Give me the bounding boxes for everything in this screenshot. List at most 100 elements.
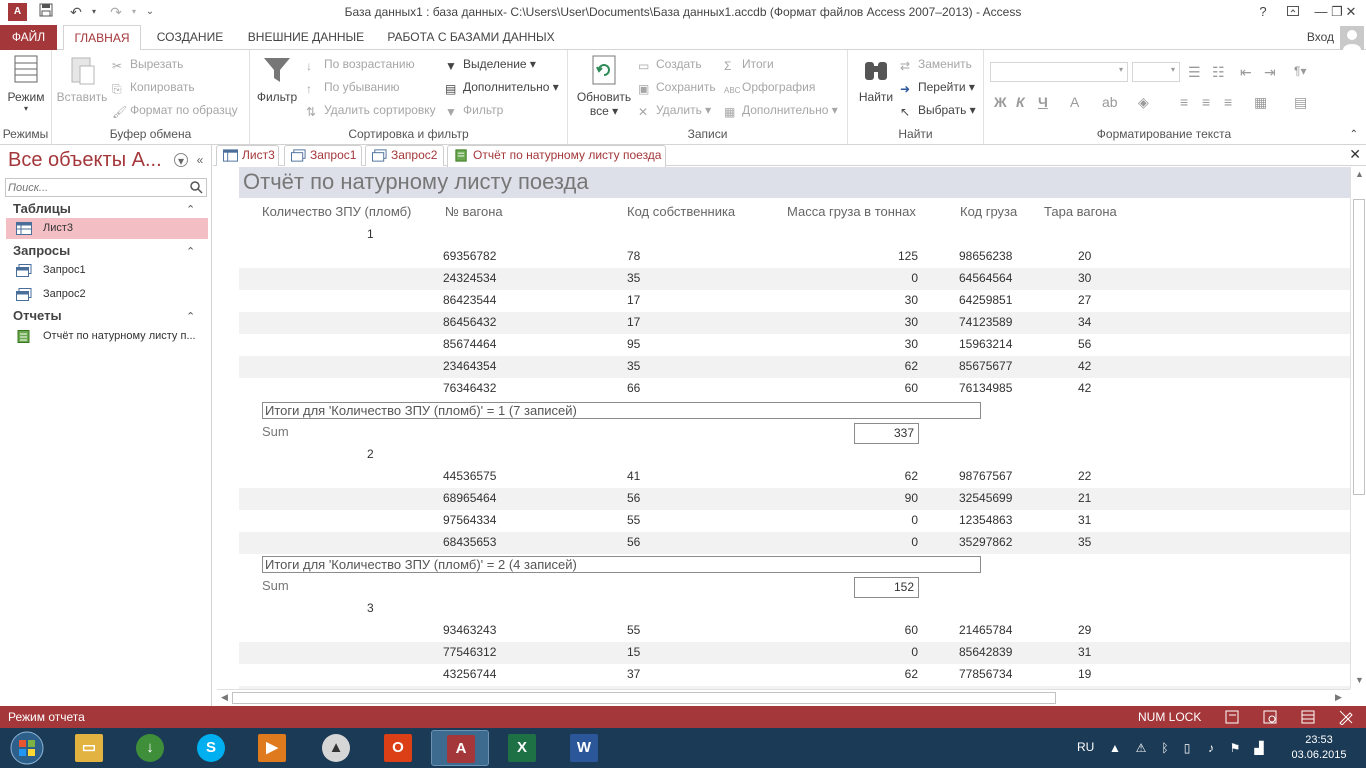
undo-dropdown-icon[interactable]: ▾ <box>84 2 104 22</box>
bullets-icon[interactable]: ☰ <box>1188 64 1201 81</box>
spelling-button[interactable]: ABC Орфография <box>724 77 815 97</box>
select-button[interactable]: ↖ Выбрать ▾ <box>900 100 976 120</box>
numbering-icon[interactable]: ☷ <box>1212 64 1225 81</box>
collapse-icon[interactable]: ⌃ <box>186 310 195 323</box>
tab-file[interactable]: ФАЙЛ <box>0 25 57 50</box>
italic-button[interactable]: К <box>1016 94 1025 110</box>
advanced-filter-button[interactable]: ▤ Дополнительно ▾ <box>445 77 559 97</box>
taskbar-access[interactable]: A <box>431 730 489 766</box>
tray-app-icon[interactable]: ▲ <box>1108 741 1122 755</box>
avatar[interactable] <box>1340 26 1364 50</box>
action-center-flag-icon[interactable]: ⚑ <box>1228 741 1242 755</box>
font-color-button[interactable]: А <box>1070 94 1079 110</box>
doc-tab-list3[interactable]: Лист3 <box>216 145 279 166</box>
nav-item-query1[interactable]: Запрос1 <box>6 260 208 281</box>
scroll-right-icon[interactable]: ▶ <box>1335 692 1342 703</box>
find-button[interactable]: Найти <box>854 54 898 104</box>
remove-sort-button[interactable]: ⇅ Удалить сортировку <box>306 100 436 120</box>
scroll-left-icon[interactable]: ◀ <box>221 692 228 703</box>
goto-button[interactable]: ➜ Перейти ▾ <box>900 77 975 97</box>
taskbar-clock[interactable]: 23:53 03.06.2015 <box>1283 733 1355 763</box>
highlight-icon[interactable]: ab <box>1102 94 1118 110</box>
taskbar-office[interactable]: O <box>369 730 427 766</box>
tab-database-tools[interactable]: РАБОТА С БАЗАМИ ДАННЫХ <box>382 25 560 50</box>
network-signal-icon[interactable]: ▟ <box>1252 741 1266 755</box>
align-right-icon[interactable]: ≡ <box>1224 94 1232 110</box>
save-icon[interactable] <box>36 2 56 22</box>
nav-section-tables[interactable]: Таблицы <box>13 201 71 216</box>
nav-menu-dropdown-icon[interactable]: ▾ <box>174 153 188 168</box>
align-center-icon[interactable]: ≡ <box>1202 94 1210 110</box>
gridlines-icon[interactable]: ▦ <box>1254 94 1267 111</box>
selection-button[interactable]: ▼ Выделение ▾ <box>445 54 536 74</box>
taskbar-skype[interactable]: S <box>182 730 240 766</box>
language-indicator[interactable]: RU <box>1077 740 1094 754</box>
taskbar-download[interactable]: ↓ <box>121 730 179 766</box>
nav-item-list3[interactable]: Лист3 <box>6 218 208 239</box>
collapse-ribbon-icon[interactable]: ⌃ <box>1350 129 1358 140</box>
refresh-all-button[interactable]: Обновить все ▾ <box>574 54 634 118</box>
sort-descending-button[interactable]: ↑ По убыванию <box>306 77 400 97</box>
doc-tab-report[interactable]: Отчёт по натурному листу поезда <box>447 145 666 167</box>
search-icon[interactable] <box>190 181 203 194</box>
save-record-button[interactable]: ▣ Сохранить <box>638 77 716 97</box>
doc-tab-query1[interactable]: Запрос1 <box>284 145 362 166</box>
scroll-down-icon[interactable]: ▼ <box>1355 675 1364 685</box>
decrease-indent-icon[interactable]: ⇤ <box>1240 64 1252 81</box>
nav-section-queries[interactable]: Запросы <box>13 243 70 258</box>
start-button[interactable] <box>2 730 52 766</box>
replace-button[interactable]: ⇄ Заменить <box>900 54 972 74</box>
paragraph-direction-icon[interactable]: ¶▾ <box>1294 64 1306 78</box>
tray-warning-icon[interactable]: ⚠ <box>1134 741 1148 755</box>
nav-section-reports[interactable]: Отчеты <box>13 308 62 323</box>
redo-icon[interactable]: ↷ <box>106 2 126 22</box>
help-button[interactable]: ? <box>1248 0 1278 24</box>
tab-home[interactable]: ГЛАВНАЯ <box>63 25 141 51</box>
nav-search-input[interactable] <box>6 179 186 196</box>
access-logo-icon[interactable]: A <box>8 3 27 21</box>
new-record-button[interactable]: ▭ Создать <box>638 54 702 74</box>
close-document-icon[interactable]: ✕ <box>1349 146 1361 163</box>
ribbon-display-icon[interactable] <box>1278 0 1308 24</box>
design-view-icon[interactable] <box>1338 709 1354 725</box>
underline-button[interactable]: Ч <box>1038 94 1048 110</box>
volume-icon[interactable]: ♪ <box>1204 741 1218 755</box>
usb-icon[interactable]: ▯ <box>1180 741 1194 755</box>
font-name-combo[interactable]: ▾ <box>990 62 1128 82</box>
format-painter-button[interactable]: 🖌 Формат по образцу <box>112 100 238 120</box>
align-left-icon[interactable]: ≡ <box>1180 94 1188 110</box>
shutter-bar-close-icon[interactable]: « <box>193 153 207 167</box>
tab-create[interactable]: СОЗДАНИЕ <box>150 25 230 50</box>
paste-button[interactable]: Вставить <box>56 54 108 104</box>
nav-item-report[interactable]: Отчёт по натурному листу п... <box>6 326 208 347</box>
font-size-combo[interactable]: ▾ <box>1132 62 1180 82</box>
close-button[interactable]: ✕ <box>1336 0 1366 24</box>
filter-big-button[interactable]: Фильтр <box>254 54 300 104</box>
vertical-scrollbar[interactable]: ▲ ▼ <box>1350 167 1366 689</box>
taskbar-media[interactable]: ▶ <box>243 730 301 766</box>
nav-pane-title[interactable]: Все объекты А... <box>8 149 168 172</box>
more-records-button[interactable]: ▦ Дополнительно ▾ <box>724 100 838 120</box>
taskbar-excel[interactable]: X <box>493 730 551 766</box>
customize-qat-icon[interactable]: ⌄ <box>140 2 160 22</box>
taskbar-word[interactable]: W <box>555 730 613 766</box>
tab-external-data[interactable]: ВНЕШНИЕ ДАННЫЕ <box>243 25 369 50</box>
bluetooth-icon[interactable]: ᛒ <box>1158 741 1172 755</box>
bold-button[interactable]: Ж <box>994 94 1007 110</box>
horizontal-scroll-thumb[interactable] <box>232 692 1056 704</box>
toggle-filter-button[interactable]: ▼ Фильтр <box>445 100 503 120</box>
view-button[interactable]: Режим ▾ <box>2 54 50 113</box>
scroll-up-icon[interactable]: ▲ <box>1355 169 1364 179</box>
layout-view-icon[interactable] <box>1300 709 1316 725</box>
sort-ascending-button[interactable]: ↓ По возрастанию <box>306 54 415 74</box>
delete-record-button[interactable]: ✕ Удалить ▾ <box>638 100 711 120</box>
increase-indent-icon[interactable]: ⇥ <box>1264 64 1276 81</box>
report-view-icon[interactable] <box>1224 709 1240 725</box>
copy-button[interactable]: ⎘ Копировать <box>112 77 195 97</box>
collapse-icon[interactable]: ⌃ <box>186 245 195 258</box>
cut-button[interactable]: ✂ Вырезать <box>112 54 183 74</box>
sign-in-link[interactable]: Вход <box>1307 30 1334 44</box>
print-preview-icon[interactable] <box>1262 709 1278 725</box>
undo-icon[interactable]: ↶ <box>66 2 86 22</box>
nav-item-query2[interactable]: Запрос2 <box>6 284 208 305</box>
